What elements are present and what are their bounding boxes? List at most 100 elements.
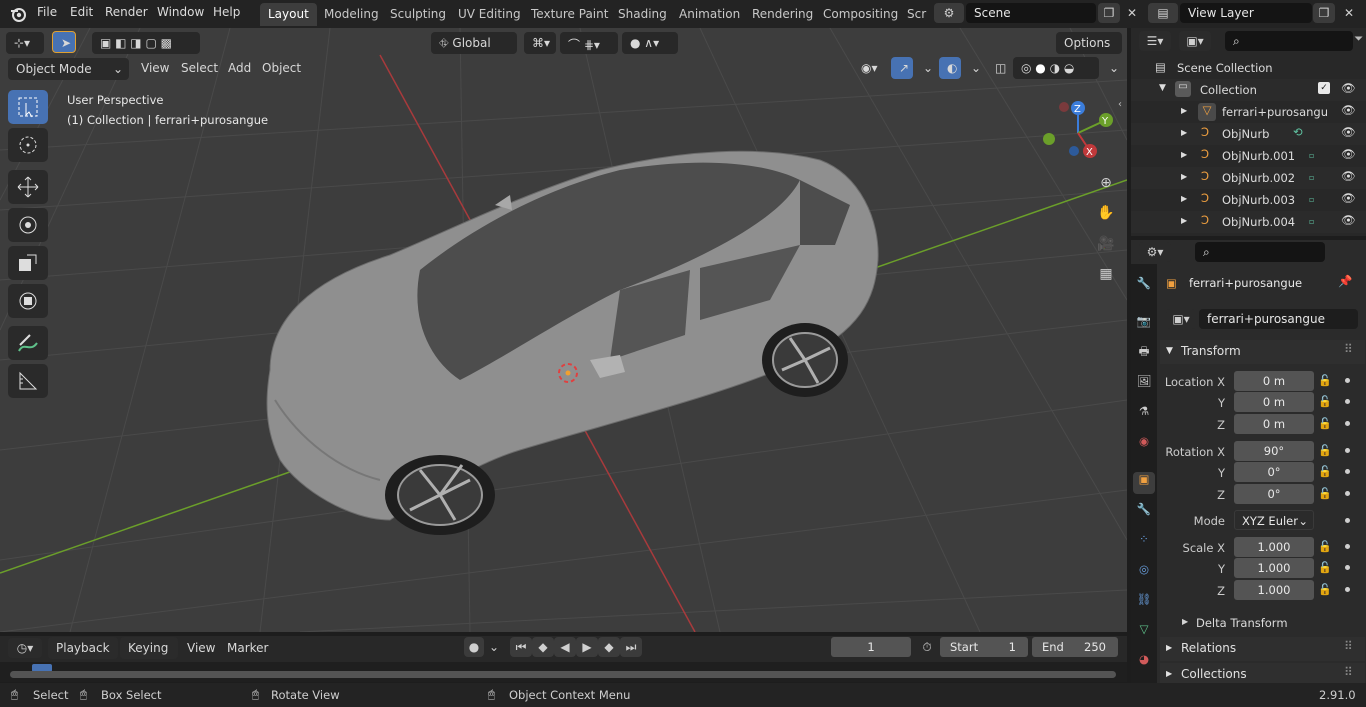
eye-icon[interactable]: 👁: [1341, 125, 1356, 139]
cursor-tool[interactable]: [8, 128, 48, 162]
drag-handle-icon[interactable]: ⠿: [1344, 665, 1353, 679]
lock-icon[interactable]: 🔓: [1318, 561, 1332, 575]
delete-view-layer-icon[interactable]: ✕: [1338, 3, 1360, 23]
jump-keyframe-back-icon[interactable]: ◆: [532, 637, 554, 657]
keying-dropdown[interactable]: Keying: [120, 637, 178, 659]
end-frame-field[interactable]: End 250: [1032, 637, 1118, 657]
constraints-tab-icon[interactable]: ⛓: [1133, 592, 1155, 614]
curve-data-icon[interactable]: ⟲: [1293, 125, 1303, 139]
visibility-icon[interactable]: ◉▾: [853, 57, 885, 79]
data-dot-icon[interactable]: ▫: [1309, 173, 1314, 182]
viewport-menu-select[interactable]: Select: [181, 61, 218, 75]
world-tab-icon[interactable]: ◉: [1133, 434, 1155, 456]
keyframe-dot-icon[interactable]: [1345, 518, 1350, 523]
camera-icon[interactable]: 🎥: [1093, 231, 1119, 257]
play-reverse-icon[interactable]: ◀: [554, 637, 576, 657]
annotate-tool[interactable]: [8, 326, 48, 360]
physics-tab-icon[interactable]: ◎: [1133, 562, 1155, 584]
start-frame-field[interactable]: Start 1: [940, 637, 1028, 657]
rotation-y-field[interactable]: 0°: [1234, 462, 1314, 482]
scene-selector-icon[interactable]: ⚙: [934, 3, 964, 23]
menu-file[interactable]: File: [37, 5, 57, 19]
navigation-gizmo[interactable]: Z Y X: [1040, 98, 1120, 166]
new-view-layer-icon[interactable]: ❐: [1313, 3, 1335, 23]
car-model[interactable]: [266, 150, 879, 535]
viewport-menu-view[interactable]: View: [141, 61, 169, 75]
options-dropdown[interactable]: Options: [1056, 32, 1122, 54]
checkbox-icon[interactable]: ✓: [1318, 82, 1330, 94]
eye-icon[interactable]: 👁: [1341, 169, 1356, 183]
tab-animation[interactable]: Animation: [671, 3, 748, 26]
editor-type-icon[interactable]: ⊹▾: [6, 32, 44, 54]
collections-panel-header[interactable]: ▶ Collections ⠿: [1160, 663, 1365, 683]
filter-icon[interactable]: ⏷: [1354, 31, 1363, 46]
tab-scripting[interactable]: Scr: [899, 3, 934, 26]
rotation-x-field[interactable]: 90°: [1234, 441, 1314, 461]
location-z-field[interactable]: 0 m: [1234, 414, 1314, 434]
eye-icon[interactable]: 👁: [1341, 103, 1356, 117]
overlays-toggle-icon[interactable]: ◐: [939, 57, 961, 79]
gizmo-dropdown-icon[interactable]: ⌄: [915, 57, 933, 79]
render-tab-icon[interactable]: 📷: [1133, 314, 1155, 336]
outliner-item[interactable]: ▶ Ↄ ObjNurb.001 ▫ 👁: [1131, 145, 1366, 167]
view-layer-tab-icon[interactable]: 🖼: [1133, 374, 1155, 396]
overlays-dropdown-icon[interactable]: ⌄: [963, 57, 981, 79]
sidebar-toggle-icon[interactable]: ‹: [1118, 99, 1122, 110]
proportional-editing-icon[interactable]: ● ∧▾: [622, 32, 678, 54]
new-scene-icon[interactable]: ❐: [1098, 3, 1120, 23]
location-y-field[interactable]: 0 m: [1234, 392, 1314, 412]
lock-icon[interactable]: 🔓: [1318, 395, 1332, 409]
expand-arrow-icon[interactable]: ▼: [1159, 83, 1166, 93]
tab-modeling[interactable]: Modeling: [316, 3, 387, 26]
mode-dropdown[interactable]: Object Mode ⌄: [8, 58, 129, 80]
keyframe-dot-icon[interactable]: [1345, 448, 1350, 453]
keyframe-dot-icon[interactable]: [1345, 399, 1350, 404]
scale-x-field[interactable]: 1.000: [1234, 537, 1314, 557]
keyframe-dot-icon[interactable]: [1345, 544, 1350, 549]
lock-icon[interactable]: 🔓: [1318, 465, 1332, 479]
keyframe-dot-icon[interactable]: [1345, 565, 1350, 570]
rotation-mode-dropdown[interactable]: XYZ Euler ⌄: [1234, 510, 1314, 530]
collection-row[interactable]: ▼ ▭ Collection ✓ 👁: [1131, 79, 1366, 101]
eye-icon[interactable]: 👁: [1341, 147, 1356, 161]
transform-tool[interactable]: [8, 284, 48, 318]
select-box-tool[interactable]: [8, 90, 48, 124]
tab-layout[interactable]: Layout: [260, 3, 317, 26]
jump-end-icon[interactable]: ⏭: [620, 637, 642, 657]
timeline-type-icon[interactable]: ◷▾: [8, 638, 42, 658]
tab-rendering[interactable]: Rendering: [744, 3, 821, 26]
grid-view-icon[interactable]: ▦: [1093, 261, 1119, 287]
jump-keyframe-forward-icon[interactable]: ◆: [598, 637, 620, 657]
viewport-menu-object[interactable]: Object: [262, 61, 301, 75]
blender-logo-icon[interactable]: [9, 5, 27, 23]
outliner-type-icon[interactable]: ☰▾: [1139, 31, 1171, 51]
outliner-item[interactable]: ▶ Ↄ ObjNurb.002 ▫ 👁: [1131, 167, 1366, 189]
menu-edit[interactable]: Edit: [70, 5, 93, 19]
shading-modes[interactable]: ◎ ● ◑ ◒: [1013, 57, 1099, 79]
delete-scene-icon[interactable]: ✕: [1121, 3, 1143, 23]
data-dot-icon[interactable]: ▫: [1309, 217, 1314, 226]
shading-dropdown-icon[interactable]: ⌄: [1101, 57, 1121, 79]
outliner-item[interactable]: ▶ Ↄ ObjNurb.004 ▫ 👁: [1131, 211, 1366, 233]
lock-icon[interactable]: 🔓: [1318, 374, 1332, 388]
frame-ruler[interactable]: [0, 662, 1127, 682]
lock-icon[interactable]: 🔓: [1318, 417, 1332, 431]
properties-search-input[interactable]: ⌕: [1195, 242, 1325, 262]
outliner-search-input[interactable]: ⌕: [1225, 31, 1353, 51]
scene-collection-row[interactable]: ▤ Scene Collection: [1131, 57, 1366, 79]
expand-arrow-icon[interactable]: ▶: [1181, 150, 1187, 159]
particles-tab-icon[interactable]: ⁘: [1133, 532, 1155, 554]
timeline-menu-view[interactable]: View: [187, 641, 215, 655]
lock-icon[interactable]: 🔓: [1318, 444, 1332, 458]
view-layer-selector-icon[interactable]: ▤: [1148, 3, 1178, 23]
scene-tab-icon[interactable]: ⚗: [1133, 404, 1155, 426]
play-icon[interactable]: ▶: [576, 637, 598, 657]
data-dot-icon[interactable]: ▫: [1309, 151, 1314, 160]
menu-help[interactable]: Help: [213, 5, 240, 19]
eye-icon[interactable]: 👁: [1341, 81, 1356, 95]
eye-icon[interactable]: 👁: [1341, 213, 1356, 227]
menu-render[interactable]: Render: [105, 5, 148, 19]
keyframe-dot-icon[interactable]: [1345, 491, 1350, 496]
display-mode-icon[interactable]: ▣▾: [1179, 31, 1211, 51]
pin-icon[interactable]: 📌: [1338, 274, 1352, 288]
